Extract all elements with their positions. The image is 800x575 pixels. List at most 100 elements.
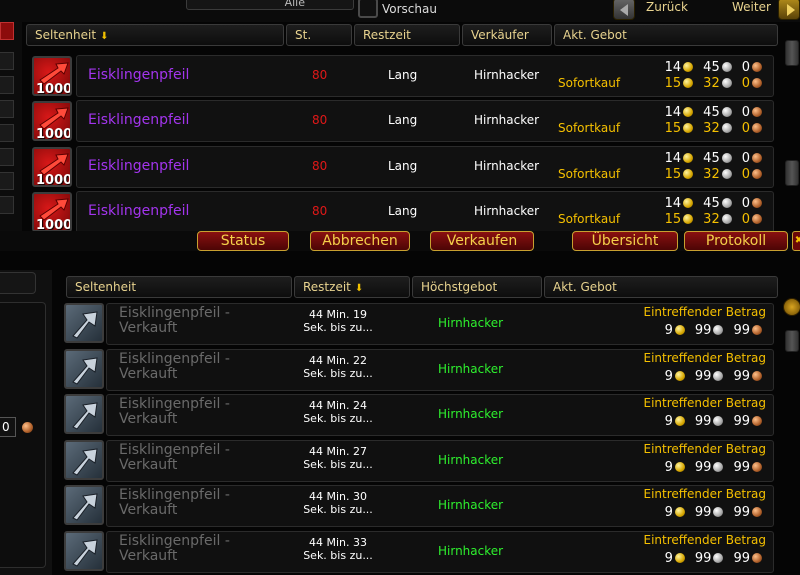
stack-count: 1000 <box>36 127 72 141</box>
rail-slot[interactable] <box>0 52 14 70</box>
copper-coin-icon <box>752 214 762 224</box>
arrow-icon[interactable]: 1000 <box>32 147 72 187</box>
rail-slot[interactable] <box>0 100 14 118</box>
sold-item-name[interactable]: Eisklingenpfeil - Verkauft <box>119 534 269 564</box>
incoming-amount: 9 99 99 <box>622 551 768 567</box>
item-name[interactable]: Eisklingenpfeil <box>88 158 189 174</box>
rail-slot[interactable] <box>0 196 14 214</box>
sold-item-name-line1: Eisklingenpfeil - <box>119 533 230 549</box>
header-seller[interactable]: Verkäufer <box>462 24 552 46</box>
preview-checkbox[interactable] <box>358 0 378 18</box>
rail-slot[interactable] <box>0 172 14 190</box>
sold-time-line2: Sek. bis zu... <box>303 503 373 516</box>
rail-slot[interactable] <box>0 124 14 142</box>
copper-amount: 0 <box>741 167 750 182</box>
copper-amount: 99 <box>733 460 750 475</box>
sold-item-name-line2: Verkauft <box>119 366 178 382</box>
arrow-icon[interactable] <box>64 303 104 343</box>
header-time-left[interactable]: Restzeit <box>354 24 460 46</box>
sold-item-name-line2: Verkauft <box>119 411 178 427</box>
sort-arrow-icon: ⬇ <box>354 283 364 294</box>
buyer-name: Hirnhacker <box>438 362 504 376</box>
gold-coin-icon <box>683 62 694 72</box>
gold-coin-icon <box>674 507 685 517</box>
silver-amount: 45 <box>703 196 720 211</box>
auction-row[interactable]: 1000 Eisklingenpfeil 80 Lang Hirnhacker Sofor… <box>30 55 774 97</box>
arrow-icon[interactable] <box>64 394 104 434</box>
item-name[interactable]: Eisklingenpfeil <box>88 112 189 128</box>
sold-time-left: 44 Min. 24 Sek. bis zu... <box>298 399 378 425</box>
tab-cancel[interactable]: Abbrechen <box>310 231 410 251</box>
buyout-price: 15 32 0 <box>630 167 768 183</box>
arrow-icon[interactable] <box>64 440 104 480</box>
seller-name: Hirnhacker <box>474 204 540 218</box>
copper-coin-icon <box>752 78 762 88</box>
prev-page-button[interactable] <box>613 0 635 20</box>
tab-log[interactable]: Protokoll <box>684 231 788 251</box>
gold-amount: 9 <box>664 414 673 429</box>
header-current-bid[interactable]: Akt. Gebot <box>554 24 778 46</box>
copper-input[interactable]: 0 <box>0 417 16 437</box>
sold-item-name[interactable]: Eisklingenpfeil - Verkauft <box>119 306 269 336</box>
sold-item-name[interactable]: Eisklingenpfeil - Verkauft <box>119 352 269 382</box>
sold-row[interactable]: Eisklingenpfeil - Verkauft 44 Min. 22 Sek. … <box>62 348 774 392</box>
silver-coin-icon <box>713 462 724 472</box>
browse-scrollbar-thumb[interactable] <box>785 160 799 186</box>
sold-row[interactable]: Eisklingenpfeil - Verkauft 44 Min. 33 Sek. … <box>62 530 774 574</box>
item-name[interactable]: Eisklingenpfeil <box>88 203 189 219</box>
sold-header-highest-bid[interactable]: Höchstgebot <box>412 276 542 298</box>
gold-coin-icon <box>683 169 694 179</box>
sold-item-name[interactable]: Eisklingenpfeil - Verkauft <box>119 488 269 518</box>
tab-status[interactable]: Status <box>197 231 289 251</box>
arrow-icon[interactable]: 1000 <box>32 101 72 141</box>
rail-slot[interactable] <box>0 76 14 94</box>
sold-scrollbar-thumb[interactable] <box>785 330 799 352</box>
sold-header-rarity[interactable]: Seltenheit <box>66 276 292 298</box>
incoming-amount-label: Eintreffender Betrag <box>643 533 766 547</box>
left-red-button[interactable] <box>0 22 14 40</box>
sold-header-current-bid[interactable]: Akt. Gebot <box>544 276 778 298</box>
auction-row[interactable]: 1000 Eisklingenpfeil 80 Lang Hirnhacker Sofor… <box>30 100 774 142</box>
sold-row[interactable]: Eisklingenpfeil - Verkauft 44 Min. 30 Sek. … <box>62 484 774 528</box>
gold-coin-icon <box>674 462 685 472</box>
sold-scroll-up-button[interactable] <box>783 298 800 316</box>
silver-amount: 99 <box>694 369 712 384</box>
incoming-amount-label: Eintreffender Betrag <box>643 351 766 365</box>
sold-row[interactable]: Eisklingenpfeil - Verkauft 44 Min. 19 Sek. … <box>62 302 774 346</box>
silver-coin-icon <box>713 507 724 517</box>
bottom-left-tab[interactable] <box>0 272 36 294</box>
arrow-icon[interactable]: 1000 <box>32 192 72 232</box>
auction-row[interactable]: 1000 Eisklingenpfeil 80 Lang Hirnhacker Sofor… <box>30 191 774 233</box>
sold-time-line1: 44 Min. 27 <box>308 445 367 458</box>
copper-amount: 0 <box>741 121 750 136</box>
sold-time-left: 44 Min. 30 Sek. bis zu... <box>298 490 378 516</box>
header-level[interactable]: St. <box>286 24 352 46</box>
sold-time-left: 44 Min. 19 Sek. bis zu... <box>298 308 378 334</box>
arrow-icon[interactable] <box>64 349 104 389</box>
sold-row[interactable]: Eisklingenpfeil - Verkauft 44 Min. 24 Sek. … <box>62 393 774 437</box>
rail-slot[interactable] <box>0 148 14 166</box>
item-name[interactable]: Eisklingenpfeil <box>88 67 189 83</box>
arrow-icon[interactable] <box>64 531 104 571</box>
auction-row[interactable]: 1000 Eisklingenpfeil 80 Lang Hirnhacker Sofor… <box>30 146 774 188</box>
sold-item-name[interactable]: Eisklingenpfeil - Verkauft <box>119 397 269 427</box>
sold-header-time-left[interactable]: Restzeit ⬇ <box>294 276 410 298</box>
arrow-icon[interactable]: 1000 <box>32 56 72 96</box>
browse-scrollbar-top[interactable] <box>785 40 799 66</box>
sold-item-name[interactable]: Eisklingenpfeil - Verkauft <box>119 443 269 473</box>
tab-overview[interactable]: Übersicht <box>572 231 678 251</box>
close-icon[interactable]: ✖ <box>792 231 800 251</box>
header-rarity[interactable]: Seltenheit ⬇ <box>26 24 284 46</box>
preview-label: Vorschau <box>382 2 437 16</box>
silver-amount: 32 <box>703 212 720 227</box>
next-page-button[interactable] <box>778 0 800 20</box>
tab-sell[interactable]: Verkaufen <box>430 231 534 251</box>
silver-coin-icon <box>721 198 732 208</box>
gold-amount: 15 <box>664 167 682 182</box>
rarity-filter-dropdown[interactable]: Alle <box>186 0 354 10</box>
sold-row[interactable]: Eisklingenpfeil - Verkauft 44 Min. 27 Sek. … <box>62 439 774 483</box>
silver-amount: 45 <box>703 151 720 166</box>
buyer-name: Hirnhacker <box>438 453 504 467</box>
arrow-icon[interactable] <box>64 485 104 525</box>
seller-name: Hirnhacker <box>474 159 540 173</box>
